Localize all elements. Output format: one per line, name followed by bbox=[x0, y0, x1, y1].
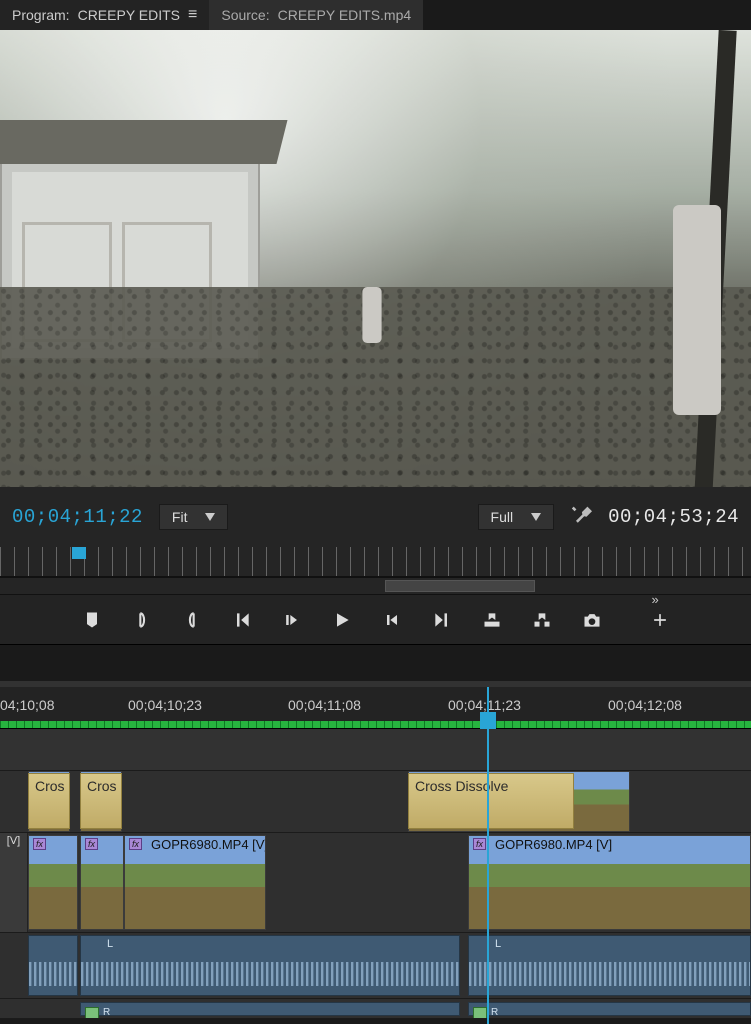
export-frame-button[interactable] bbox=[580, 608, 604, 632]
transition-cross-dissolve[interactable]: Cros bbox=[80, 773, 122, 829]
chevron-down-icon bbox=[531, 513, 541, 521]
extract-button[interactable] bbox=[530, 608, 554, 632]
button-editor-button[interactable] bbox=[648, 608, 672, 632]
fx-badge-icon[interactable] bbox=[85, 1007, 99, 1019]
clip-a2[interactable]: R bbox=[468, 1002, 751, 1016]
navigator-ruler[interactable] bbox=[0, 547, 751, 577]
mark-out-button[interactable] bbox=[180, 608, 204, 632]
tab-source-prefix: Source: bbox=[221, 7, 269, 23]
track-v1-header[interactable]: [V] bbox=[0, 833, 28, 932]
timeline-playhead[interactable] bbox=[480, 712, 496, 730]
clip-v1[interactable]: fx GOPR6980.MP4 [V] bbox=[124, 835, 266, 930]
ruler-tick-label: 00;04;11;23 bbox=[448, 697, 521, 713]
audio-channel-label: R bbox=[491, 1007, 498, 1018]
track-a2[interactable]: R R bbox=[0, 999, 751, 1019]
audio-channel-label: L bbox=[107, 938, 113, 950]
ruler-tick-label: 00;04;12;08 bbox=[608, 697, 682, 713]
add-marker-button[interactable] bbox=[80, 608, 104, 632]
preview-frame bbox=[0, 30, 751, 487]
track-v1[interactable]: [V] fx fx fx GOPR6980.MP4 [V] fx GOPR698… bbox=[0, 833, 751, 933]
current-timecode[interactable]: 00;04;11;22 bbox=[12, 506, 143, 528]
time-bar: 00;04;11;22 Fit Full 00;04;53;24 bbox=[0, 487, 751, 547]
go-to-in-button[interactable] bbox=[230, 608, 254, 632]
work-area-bar[interactable] bbox=[0, 721, 751, 728]
clip-name: GOPR6980.MP4 [V] bbox=[151, 837, 266, 852]
zoom-value: Fit bbox=[172, 509, 188, 525]
step-back-button[interactable] bbox=[280, 608, 304, 632]
tab-program[interactable]: Program: CREEPY EDITS ≡ bbox=[0, 0, 209, 30]
quality-value: Full bbox=[491, 509, 514, 525]
duration-timecode: 00;04;53;24 bbox=[608, 506, 739, 528]
transport-controls bbox=[0, 595, 751, 645]
clip-a1[interactable]: fx L bbox=[80, 935, 460, 996]
clip-v1[interactable]: fx GOPR6980.MP4 [V] bbox=[468, 835, 751, 930]
tab-program-name: CREEPY EDITS bbox=[78, 7, 180, 23]
zoom-dropdown[interactable]: Fit bbox=[159, 504, 229, 530]
clip-a2[interactable]: R bbox=[80, 1002, 460, 1016]
transition-cross-dissolve[interactable]: Cross Dissolve bbox=[408, 773, 574, 829]
track-a1[interactable]: fx L fx L bbox=[0, 933, 751, 999]
mark-in-button[interactable] bbox=[130, 608, 154, 632]
clip-name: GOPR6980.MP4 [V] bbox=[495, 837, 612, 852]
ruler-tick-label: 04;10;08 bbox=[0, 697, 55, 713]
clip-a1[interactable] bbox=[28, 935, 78, 996]
program-monitor[interactable] bbox=[0, 30, 751, 487]
tab-program-prefix: Program: bbox=[12, 7, 70, 23]
ruler-tick-label: 00;04;11;08 bbox=[288, 697, 361, 713]
quality-dropdown[interactable]: Full bbox=[478, 504, 555, 530]
chevron-down-icon bbox=[205, 513, 215, 521]
navigator-playhead[interactable] bbox=[72, 547, 86, 559]
scrollbar-thumb[interactable] bbox=[385, 580, 535, 592]
transition-cross-dissolve[interactable]: Cros bbox=[28, 773, 70, 829]
go-to-out-button[interactable] bbox=[430, 608, 454, 632]
fx-badge-icon[interactable] bbox=[473, 1007, 487, 1019]
clip-v1[interactable]: fx bbox=[28, 835, 78, 930]
fx-badge-icon[interactable]: fx bbox=[129, 838, 142, 850]
fx-badge-icon[interactable]: fx bbox=[33, 838, 46, 850]
panel-menu-icon[interactable]: ≡ bbox=[188, 6, 197, 24]
clip-a1[interactable]: fx L bbox=[468, 935, 751, 996]
audio-channel-label: R bbox=[103, 1007, 110, 1018]
timeline-ruler[interactable]: 04;10;08 00;04;10;23 00;04;11;08 00;04;1… bbox=[0, 687, 751, 729]
track-v2[interactable]: Cros Cros Cross Dissolve bbox=[0, 771, 751, 833]
clip-v1[interactable]: fx bbox=[80, 835, 124, 930]
play-button[interactable] bbox=[330, 608, 354, 632]
lift-button[interactable] bbox=[480, 608, 504, 632]
fx-badge-icon[interactable]: fx bbox=[85, 838, 98, 850]
tab-source-name: CREEPY EDITS.mp4 bbox=[278, 7, 412, 23]
ruler-tick-label: 00;04;10;23 bbox=[128, 697, 202, 713]
track-gap bbox=[0, 729, 751, 771]
timeline-panel: 04;10;08 00;04;10;23 00;04;11;08 00;04;1… bbox=[0, 687, 751, 1019]
step-forward-button[interactable] bbox=[380, 608, 404, 632]
audio-channel-label: L bbox=[495, 938, 501, 950]
fx-badge-icon[interactable]: fx bbox=[473, 838, 486, 850]
navigator-scrollbar[interactable] bbox=[0, 577, 751, 595]
settings-wrench-icon[interactable] bbox=[570, 503, 592, 531]
tab-source[interactable]: Source: CREEPY EDITS.mp4 bbox=[209, 0, 423, 30]
